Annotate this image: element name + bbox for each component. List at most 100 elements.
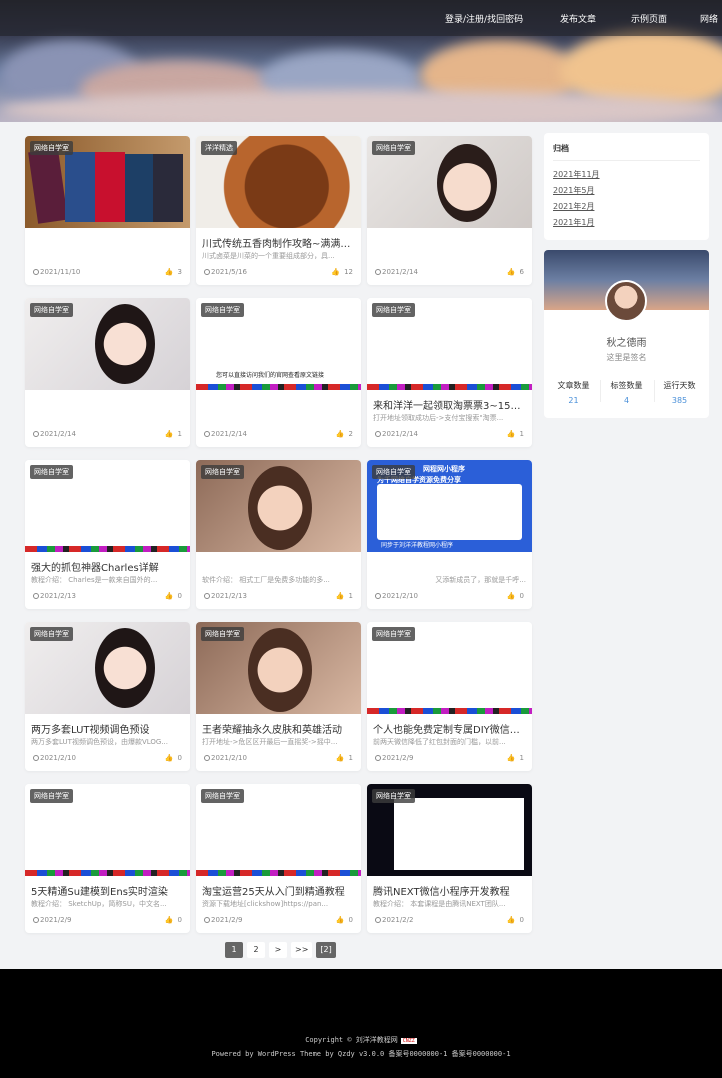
archive-link[interactable]: 2021年5月: [553, 185, 594, 196]
post-card[interactable]: 网络自学室 王者荣耀抽永久皮肤和英雄活动 打开地址->危区区开最后一直摇奖->摇…: [196, 622, 361, 771]
like-count: 👍 12: [331, 268, 353, 276]
post-title[interactable]: 王者荣耀抽永久皮肤和英雄活动: [202, 721, 355, 736]
like-count: 👍 0: [165, 754, 182, 762]
post-card[interactable]: 网络自学室 软件介绍： 相式工厂是免费多功能的多... 2021/2/13 👍 1: [196, 460, 361, 609]
like-count: 👍 3: [165, 268, 182, 276]
nav-publish-link[interactable]: 发布文章: [560, 12, 596, 25]
clock-icon: [204, 917, 210, 923]
cnzz-badge[interactable]: CNZZ: [400, 1038, 417, 1044]
post-date: 2021/2/14: [33, 430, 76, 438]
page-1-button[interactable]: 1: [225, 942, 243, 958]
category-tag[interactable]: 网络自学室: [372, 789, 415, 803]
post-card[interactable]: 网络自学室 来和洋洋一起领取淘票票3~15元... 打开地址领取成功后->支付宝…: [367, 298, 532, 447]
clock-icon: [33, 593, 39, 599]
nav-login-link[interactable]: 登录/注册/找回密码: [445, 12, 523, 25]
post-card[interactable]: 网络自学室 2021/11/10 👍 3: [25, 136, 190, 285]
thumbnail-strip: [25, 870, 190, 876]
post-title[interactable]: 两万多套LUT视频调色预设: [31, 721, 184, 736]
post-title[interactable]: 强大的抓包神器Charles详解: [31, 559, 184, 574]
archive-link[interactable]: 2021年1月: [553, 217, 594, 228]
profile-signature: 这里是签名: [606, 353, 647, 362]
post-date: 2021/2/9: [33, 916, 71, 924]
post-title[interactable]: 腾讯NEXT微信小程序开发教程: [373, 883, 526, 898]
post-excerpt: 教程介绍： SketchUp，简称SU，中文名...: [31, 900, 167, 908]
post-card[interactable]: 网络自学室 两万多套LUT视频调色预设 两万多套LUT视频调色预设，由爆款VLO…: [25, 622, 190, 771]
profile-widget: 秋之德雨 这里是签名 文章数量 21 标签数量 4 运行天数 385: [544, 250, 709, 418]
stat-tags: 标签数量 4: [599, 380, 654, 405]
category-tag[interactable]: 洋洋精选: [201, 141, 237, 155]
page-2-button[interactable]: 2: [247, 942, 265, 958]
post-date-text: 2021/2/13: [40, 592, 76, 600]
category-tag[interactable]: 网络自学室: [372, 627, 415, 641]
post-title[interactable]: 5天精通Su建模到Ens实时渲染: [31, 883, 184, 898]
post-card[interactable]: 网络自学室 腾讯NEXT微信小程序开发教程 教程介绍： 本套课程是由腾讯NEXT…: [367, 784, 532, 933]
category-tag[interactable]: 网络自学室: [372, 141, 415, 155]
post-card[interactable]: 网络自学室 强大的抓包神器Charles详解 教程介绍： Charles是一款来…: [25, 460, 190, 609]
post-excerpt: 前两天微信降低了红包封面的门槛，以前...: [373, 738, 506, 746]
post-card[interactable]: 您可以直接访问我们的官网查看原文链接 网络自学室 2021/2/14 👍 2: [196, 298, 361, 447]
clock-icon: [33, 269, 39, 275]
thumbnail-strip: [196, 870, 361, 876]
post-date: 2021/2/9: [204, 916, 242, 924]
archive-link[interactable]: 2021年11月: [553, 169, 600, 180]
post-card[interactable]: 网络自学室 2021/2/14 👍 1: [25, 298, 190, 447]
like-count: 👍 0: [165, 592, 182, 600]
post-date: 2021/2/14: [375, 430, 418, 438]
clock-icon: [204, 431, 210, 437]
thumbs-up-icon: 👍: [506, 592, 516, 600]
post-card[interactable]: 洋洋精选 川式传统五香肉制作攻略~满满干... 川式卤菜是川菜的一个重要组成部分…: [196, 136, 361, 285]
category-tag[interactable]: 网络自学室: [30, 141, 73, 155]
like-count-text: 12: [344, 268, 353, 276]
post-title[interactable]: 川式传统五香肉制作攻略~满满干...: [202, 235, 355, 250]
like-count: 👍 1: [165, 430, 182, 438]
like-count-text: 6: [519, 268, 524, 276]
thumbs-up-icon: 👍: [164, 592, 174, 600]
like-count: 👍 0: [507, 916, 524, 924]
archive-link[interactable]: 2021年2月: [553, 201, 594, 212]
nav-more-link[interactable]: 网络: [700, 12, 718, 25]
post-card[interactable]: 网程网小程序 为千网络自学资源免费分享 同步于刘洋洋教程网小程序 网络自学室 又…: [367, 460, 532, 609]
next-page-button[interactable]: >: [269, 942, 287, 958]
post-title[interactable]: 来和洋洋一起领取淘票票3~15元...: [373, 397, 526, 412]
category-tag[interactable]: 网络自学室: [201, 303, 244, 317]
thumbs-up-icon: 👍: [335, 916, 345, 924]
category-tag[interactable]: 网络自学室: [201, 789, 244, 803]
like-count-text: 0: [348, 916, 353, 924]
post-card[interactable]: 网络自学室 个人也能免费定制专属DIY微信红... 前两天微信降低了红包封面的门…: [367, 622, 532, 771]
post-date-text: 2021/2/10: [40, 754, 76, 762]
post-date-text: 2021/2/14: [382, 268, 418, 276]
category-tag[interactable]: 网络自学室: [201, 627, 244, 641]
avatar[interactable]: [605, 280, 647, 322]
category-tag[interactable]: 网络自学室: [372, 303, 415, 317]
category-tag[interactable]: 网络自学室: [30, 465, 73, 479]
clock-icon: [204, 269, 210, 275]
like-count: 👍 6: [507, 268, 524, 276]
category-tag[interactable]: 网络自学室: [372, 465, 415, 479]
post-title[interactable]: 淘宝运营25天从入门到精通教程: [202, 883, 355, 898]
post-excerpt: 打开地址->危区区开最后一直摇奖->摇中...: [202, 738, 338, 746]
post-excerpt: 教程介绍： 本套课程是由腾讯NEXT团队...: [373, 900, 506, 908]
post-date-text: 2021/2/13: [211, 592, 247, 600]
post-date-text: 2021/2/10: [211, 754, 247, 762]
last-page-button[interactable]: >>: [291, 942, 313, 958]
category-tag[interactable]: 网络自学室: [30, 789, 73, 803]
post-date: 2021/2/13: [204, 592, 247, 600]
thumbnail-strip: [25, 546, 190, 552]
footer-copyright: Copyright © 刘洋洋教程网: [305, 1036, 398, 1044]
category-tag[interactable]: 网络自学室: [201, 465, 244, 479]
clock-icon: [33, 917, 39, 923]
category-tag[interactable]: 网络自学室: [30, 627, 73, 641]
post-excerpt: 川式卤菜是川菜的一个重要组成部分，具...: [202, 252, 335, 260]
like-count: 👍 1: [336, 592, 353, 600]
profile-name: 秋之德雨: [606, 338, 647, 349]
post-card[interactable]: 网络自学室 2021/2/14 👍 6: [367, 136, 532, 285]
post-date: 2021/2/2: [375, 916, 413, 924]
post-date: 2021/5/16: [204, 268, 247, 276]
category-tag[interactable]: 网络自学室: [30, 303, 73, 317]
like-count: 👍 1: [507, 430, 524, 438]
post-card[interactable]: 网络自学室 淘宝运营25天从入门到精通教程 资源下载地址[clickshow]h…: [196, 784, 361, 933]
post-date-text: 2021/2/2: [382, 916, 414, 924]
post-card[interactable]: 网络自学室 5天精通Su建模到Ens实时渲染 教程介绍： SketchUp，简称…: [25, 784, 190, 933]
nav-example-link[interactable]: 示例页面: [631, 12, 667, 25]
post-title[interactable]: 个人也能免费定制专属DIY微信红...: [373, 721, 526, 736]
